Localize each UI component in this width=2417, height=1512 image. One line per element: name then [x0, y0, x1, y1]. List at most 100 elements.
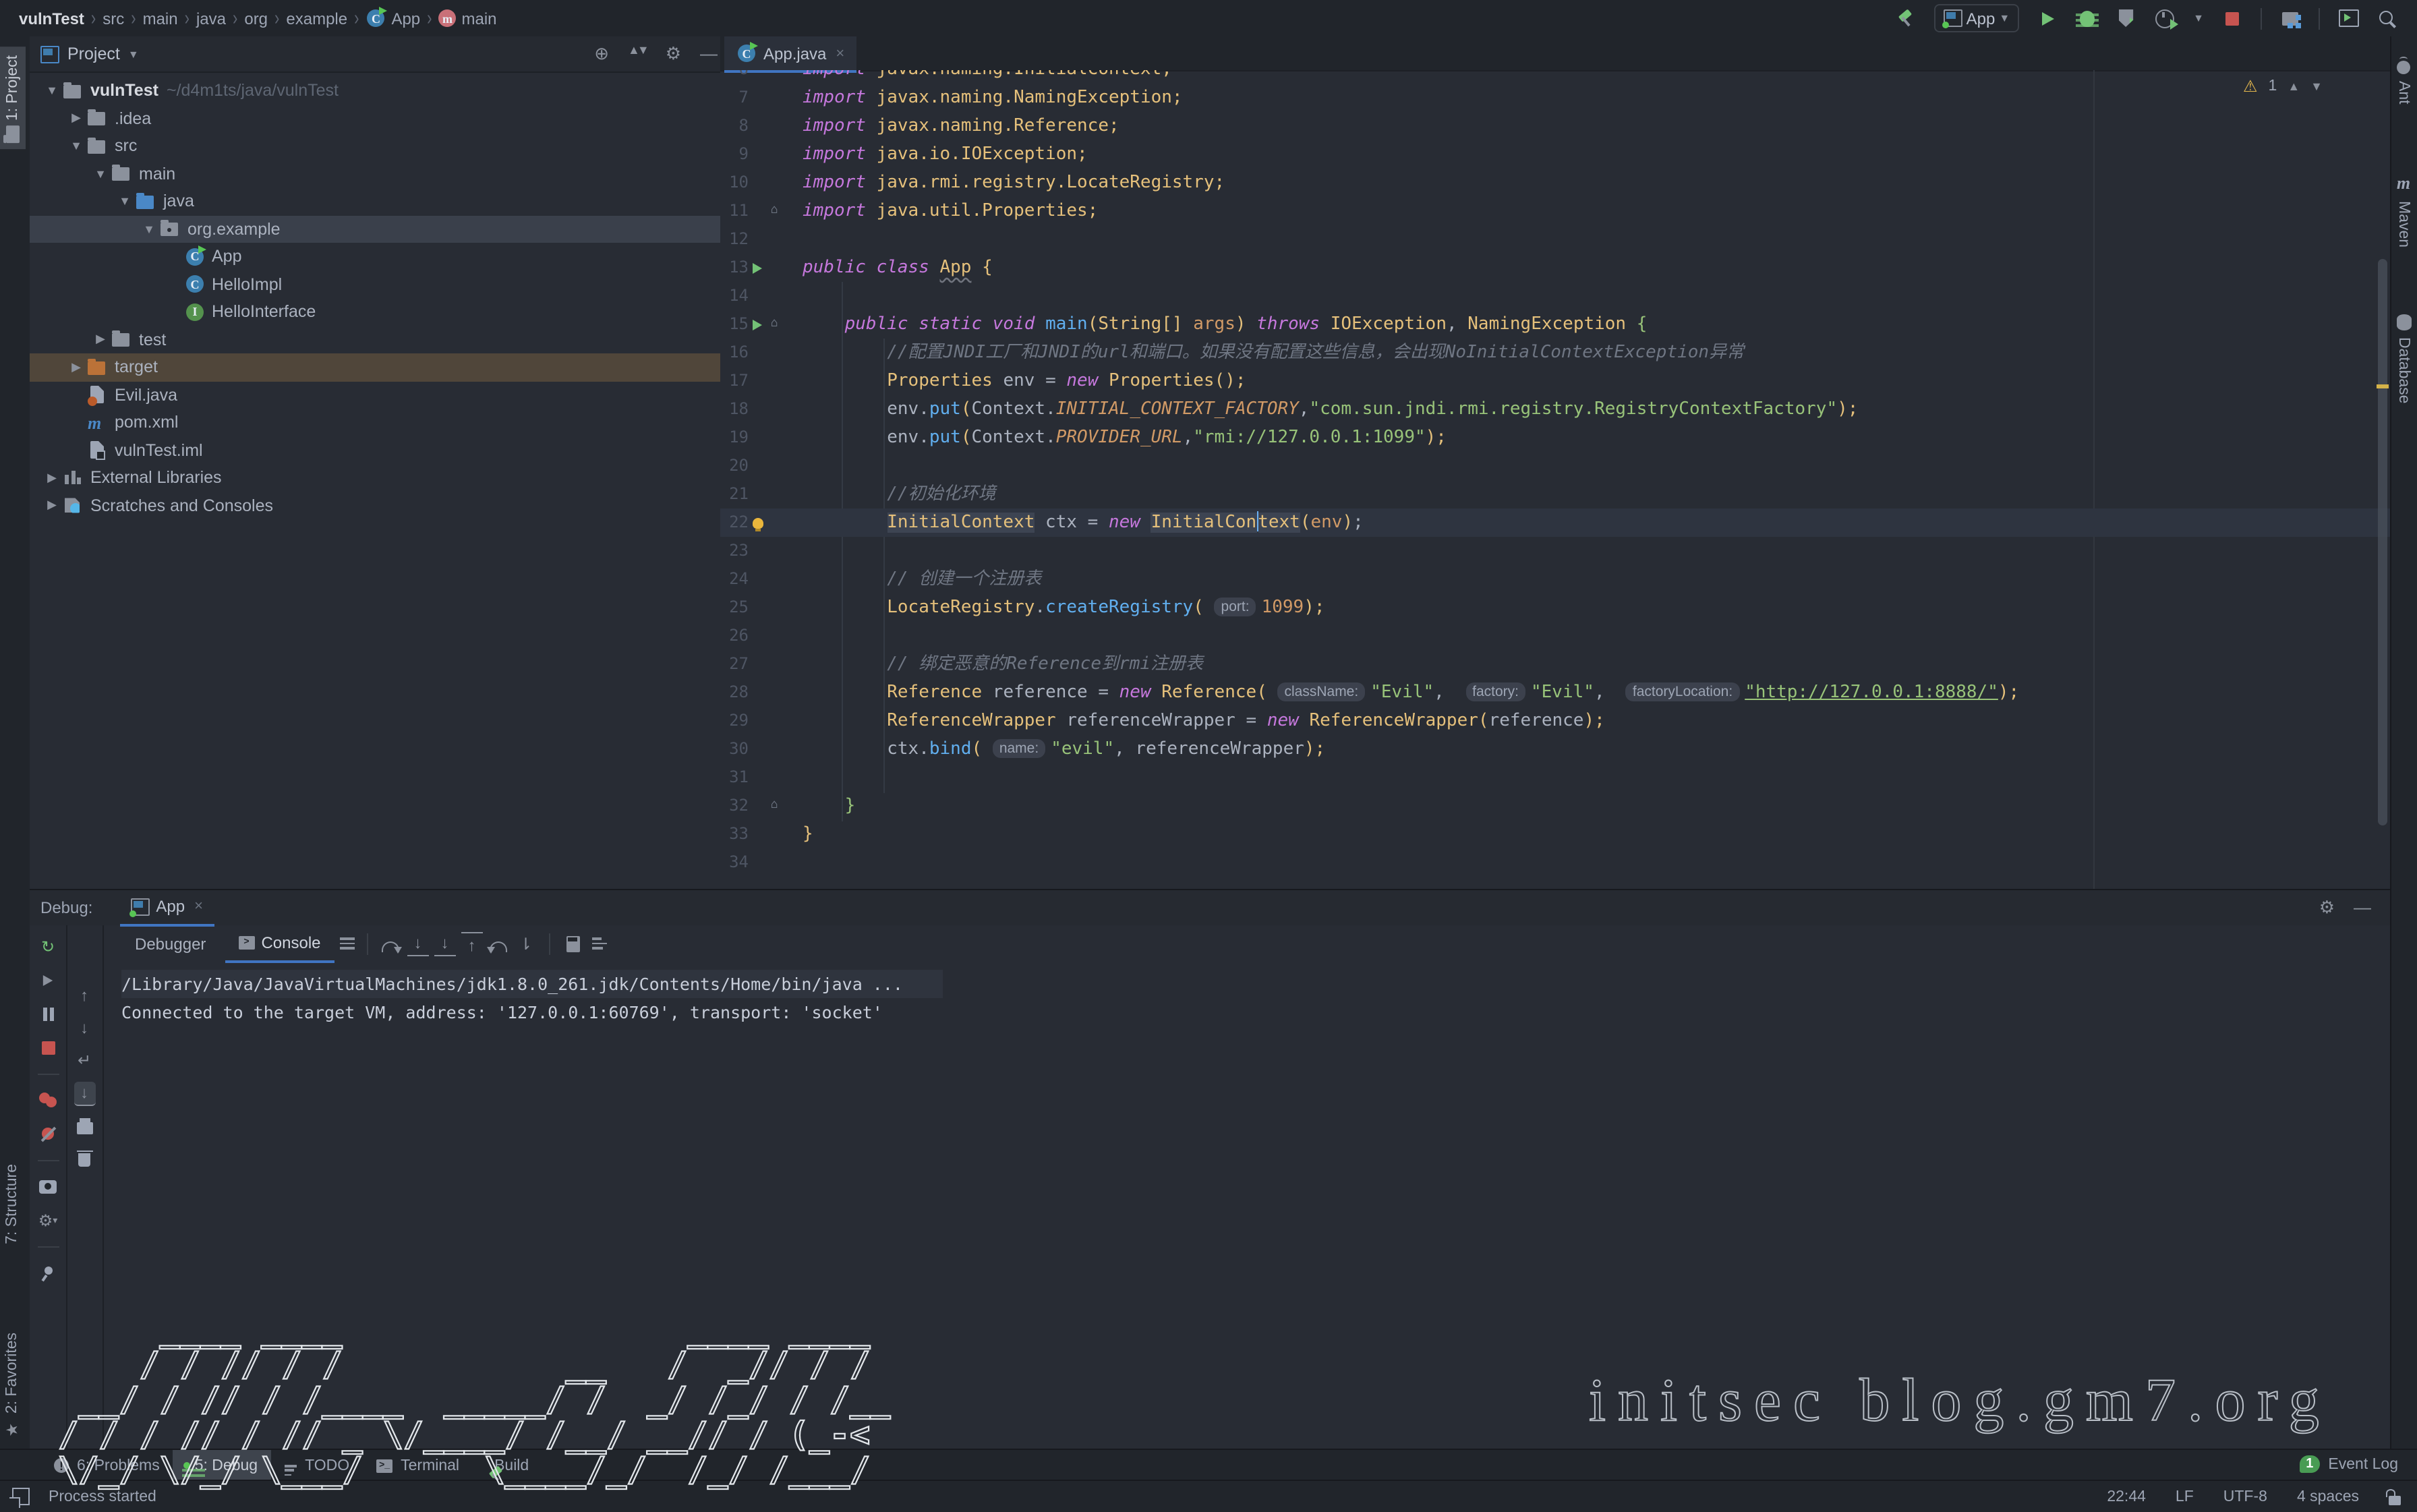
status-indent[interactable]: 4 spaces: [2297, 1488, 2359, 1505]
code-line-20[interactable]: 20: [720, 452, 2390, 480]
print-icon[interactable]: [74, 1117, 95, 1138]
drop-frame-icon[interactable]: [488, 933, 510, 954]
code-line-17[interactable]: 17 Properties env = new Properties();: [720, 367, 2390, 395]
code-line-9[interactable]: 9import java.io.IOException;: [720, 140, 2390, 169]
debug-settings-gear-icon[interactable]: ⚙: [2319, 897, 2335, 919]
breadcrumb-item-main[interactable]: main: [143, 9, 178, 28]
sidebar-tab-maven[interactable]: m Maven: [2391, 165, 2416, 256]
code-line-18[interactable]: 18 env.put(Context.INITIAL_CONTEXT_FACTO…: [720, 395, 2390, 424]
code-line-11[interactable]: 11⌂import java.util.Properties;: [720, 197, 2390, 225]
search-everywhere-icon[interactable]: [2377, 7, 2398, 29]
step-out-icon[interactable]: ↑: [461, 931, 483, 956]
profiler-button[interactable]: [2154, 7, 2176, 29]
breadcrumb-item-org[interactable]: org: [244, 9, 268, 28]
code-area[interactable]: 6import javax.naming.InitialContext;7imp…: [720, 70, 2390, 889]
code-line-23[interactable]: 23: [720, 537, 2390, 565]
editor-tab-appjava[interactable]: C App.java ×: [724, 36, 856, 73]
sidebar-tab-project[interactable]: 1: Project: [0, 47, 26, 149]
close-tab-icon[interactable]: ×: [836, 45, 844, 61]
lock-icon[interactable]: [2389, 1495, 2401, 1505]
code-line-14[interactable]: 14: [720, 282, 2390, 310]
fold-marker-icon[interactable]: ⌂: [766, 197, 782, 225]
code-line-7[interactable]: 7import javax.naming.NamingException;: [720, 84, 2390, 112]
project-structure-icon[interactable]: [2279, 7, 2301, 29]
gear-icon[interactable]: ⚙: [666, 43, 681, 65]
code-line-8[interactable]: 8import javax.naming.Reference;: [720, 112, 2390, 140]
run-gutter-icon[interactable]: [749, 319, 766, 330]
debug-gear-icon[interactable]: ⚙▾: [37, 1210, 59, 1231]
tree-chevron-icon[interactable]: ▼: [89, 167, 112, 181]
error-stripe-mark[interactable]: [2377, 384, 2389, 388]
mute-breakpoints-icon[interactable]: [37, 1124, 59, 1145]
stop-button[interactable]: [2221, 7, 2243, 29]
sidebar-tab-favorites[interactable]: ★ 2: Favorites: [0, 1325, 24, 1447]
clear-console-icon[interactable]: [74, 1149, 95, 1171]
debug-session-tab[interactable]: App ×: [119, 889, 214, 927]
tree-item-vulntest[interactable]: ▼vulnTest~/d4m1ts/java/vulnTest: [30, 77, 720, 105]
code-line-28[interactable]: 28 Reference reference = new Reference( …: [720, 678, 2390, 707]
tree-item-hellointerface[interactable]: IHelloInterface: [30, 298, 720, 326]
code-line-24[interactable]: 24 // 创建一个注册表: [720, 565, 2390, 593]
tree-item-app[interactable]: CApp: [30, 243, 720, 270]
breadcrumb-item-example[interactable]: example: [286, 9, 347, 28]
up-stack-icon[interactable]: ↑: [74, 985, 95, 1006]
tree-chevron-icon[interactable]: ▶: [89, 332, 112, 347]
tree-item-scratches-and-consoles[interactable]: ▶Scratches and Consoles: [30, 492, 720, 519]
breadcrumb-item-main[interactable]: mmain: [439, 9, 497, 28]
thread-dump-camera-icon[interactable]: [37, 1176, 59, 1198]
code-line-15[interactable]: 15⌂ public static void main(String[] arg…: [720, 310, 2390, 339]
code-line-19[interactable]: 19 env.put(Context.PROVIDER_URL,"rmi://1…: [720, 424, 2390, 452]
code-line-10[interactable]: 10import java.rmi.registry.LocateRegistr…: [720, 169, 2390, 197]
code-line-26[interactable]: 26: [720, 622, 2390, 650]
code-line-27[interactable]: 27 // 绑定恶意的Reference到rmi注册表: [720, 650, 2390, 678]
toolwindow-button-terminal[interactable]: >_Terminal: [363, 1450, 473, 1481]
code-line-31[interactable]: 31: [720, 763, 2390, 792]
code-line-32[interactable]: 32⌂ }: [720, 792, 2390, 820]
breadcrumb-item-vulntest[interactable]: vulnTest: [19, 9, 84, 28]
breadcrumb-item-src[interactable]: src: [103, 9, 124, 28]
run-anything-icon[interactable]: [2337, 7, 2359, 29]
settings-filter-icon[interactable]: [589, 933, 611, 954]
code-line-25[interactable]: 25 LocateRegistry.createRegistry( port:1…: [720, 593, 2390, 622]
console-line[interactable]: Connected to the target VM, address: '12…: [121, 1002, 883, 1022]
breadcrumb-item-app[interactable]: CApp: [366, 9, 420, 28]
toolwindow-button-build[interactable]: Build: [473, 1450, 542, 1481]
view-breakpoints-icon[interactable]: [37, 1090, 59, 1111]
project-panel-title[interactable]: Project: [67, 45, 120, 63]
tree-item-org-example[interactable]: ▼org.example: [30, 215, 720, 243]
run-configuration-select[interactable]: App ▼: [1934, 4, 2020, 32]
toggle-toolwindows-icon[interactable]: [12, 1488, 30, 1505]
tree-item-helloimpl[interactable]: CHelloImpl: [30, 270, 720, 298]
debug-button[interactable]: [2076, 7, 2097, 29]
tree-item-evil-java[interactable]: Evil.java: [30, 381, 720, 409]
code-line-6[interactable]: 6import javax.naming.InitialContext;: [720, 70, 2390, 84]
close-session-icon[interactable]: ×: [194, 898, 203, 914]
code-line-12[interactable]: 12: [720, 225, 2390, 254]
tab-debugger[interactable]: Debugger: [121, 925, 219, 962]
code-line-34[interactable]: 34: [720, 848, 2390, 877]
sidebar-tab-structure[interactable]: 7: Structure: [0, 1156, 24, 1252]
event-log-button[interactable]: 1 Event Log: [2299, 1449, 2398, 1480]
fold-marker-icon[interactable]: ⌂: [766, 792, 782, 820]
sidebar-tab-ant[interactable]: Ant: [2391, 53, 2416, 113]
step-into-icon[interactable]: ↓: [407, 931, 429, 956]
tree-item-main[interactable]: ▼main: [30, 160, 720, 187]
code-line-16[interactable]: 16 //配置JNDI工厂和JNDI的url和端口。如果没有配置这些信息，会出现…: [720, 339, 2390, 367]
tree-item-external-libraries[interactable]: ▶External Libraries: [30, 464, 720, 492]
tree-chevron-icon[interactable]: ▶: [40, 471, 63, 486]
tree-item--idea[interactable]: ▶.idea: [30, 105, 720, 132]
toolwindow-button-todo[interactable]: TODO: [271, 1450, 363, 1481]
fold-marker-icon[interactable]: ⌂: [766, 310, 782, 339]
code-line-33[interactable]: 33}: [720, 820, 2390, 848]
coverage-button[interactable]: [2115, 7, 2136, 29]
run-to-cursor-icon[interactable]: ⇂: [515, 933, 537, 954]
code-line-29[interactable]: 29 ReferenceWrapper referenceWrapper = n…: [720, 707, 2390, 735]
console-output[interactable]: /Library/Java/JavaVirtualMachines/jdk1.8…: [103, 962, 2409, 1458]
layout-options-icon[interactable]: [340, 938, 355, 950]
evaluate-expression-icon[interactable]: [562, 933, 584, 954]
tree-item-java[interactable]: ▼java: [30, 187, 720, 215]
build-hammer-icon[interactable]: [1895, 7, 1917, 29]
tree-chevron-icon[interactable]: ▶: [65, 111, 88, 126]
rerun-icon[interactable]: ↻: [37, 936, 59, 958]
intention-bulb-icon[interactable]: [749, 517, 766, 528]
